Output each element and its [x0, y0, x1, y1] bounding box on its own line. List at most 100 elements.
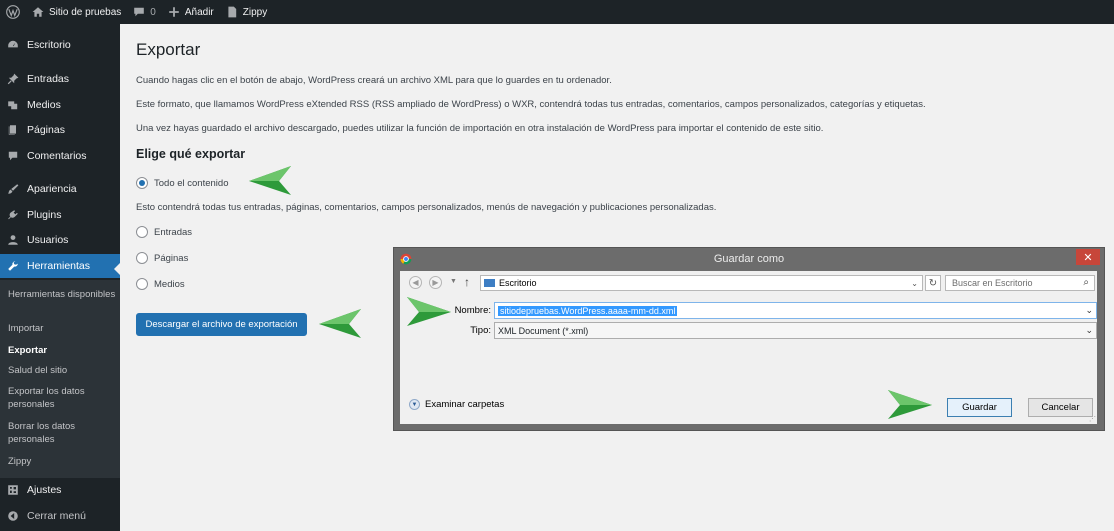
option-media[interactable]: Medios: [136, 278, 185, 290]
search-icon[interactable]: ⌕: [1083, 277, 1089, 288]
home-icon: [32, 7, 44, 17]
cancel-button[interactable]: Cancelar: [1028, 398, 1093, 417]
save-as-dialog: Guardar como ✕ ◀ ▶ ▼ ↑ Escritorio ⌄ ↻ Bu…: [393, 247, 1105, 431]
submenu-salud-del-sitio[interactable]: Salud del sitio: [8, 364, 116, 377]
browse-folders-toggle[interactable]: ▼ Examinar carpetas: [409, 399, 504, 410]
collapse-menu-button[interactable]: Cerrar menú: [0, 504, 120, 528]
search-input[interactable]: Buscar en Escritorio ⌕: [945, 275, 1095, 291]
back-arrow-icon[interactable]: ◀: [409, 276, 422, 289]
sidebar-item-comentarios[interactable]: Comentarios: [0, 144, 120, 168]
sidebar-item-plugins[interactable]: Plugins: [0, 203, 120, 227]
document-icon: [228, 6, 236, 18]
recent-dropdown-icon[interactable]: ▼: [450, 278, 457, 285]
admin-sidebar: Escritorio Entradas Medios Páginas Comen…: [0, 24, 120, 531]
resize-grip-icon[interactable]: ⋰: [1089, 415, 1096, 423]
arrow-pointer-icon: [319, 309, 361, 338]
radio-selected-dot: [139, 180, 145, 186]
sidebar-item-label: Entradas: [27, 73, 70, 85]
sidebar-item-medios[interactable]: Medios: [0, 93, 120, 117]
submenu-exportar[interactable]: Exportar: [8, 344, 116, 357]
section-title: Elige qué exportar: [136, 147, 246, 161]
option-pages[interactable]: Páginas: [136, 252, 188, 264]
new-content-link[interactable]: Añadir: [162, 0, 220, 24]
dialog-title: Guardar como: [713, 253, 785, 265]
sidebar-item-label: Comentarios: [27, 150, 87, 162]
sidebar-item-label: Herramientas: [27, 260, 91, 272]
address-location: Escritorio: [499, 278, 537, 288]
sidebar-item-label: Medios: [27, 99, 61, 111]
intro-paragraph-3: Una vez hayas guardado el archivo descar…: [136, 123, 824, 134]
users-icon: [8, 235, 18, 245]
wordpress-logo-icon[interactable]: [0, 0, 26, 24]
chevron-down-icon[interactable]: ⌄: [1085, 325, 1093, 336]
settings-icon: [8, 485, 18, 495]
sidebar-item-label: Páginas: [27, 124, 65, 136]
admin-bar: Sitio de pruebas 0 Añadir Zippy: [0, 0, 1114, 24]
forward-arrow-icon[interactable]: ▶: [429, 276, 442, 289]
save-button[interactable]: Guardar: [947, 398, 1012, 417]
dialog-titlebar[interactable]: Guardar como ✕: [394, 248, 1104, 270]
media-icon: [8, 101, 18, 110]
sidebar-item-ajustes[interactable]: Ajustes: [0, 478, 120, 502]
submenu-herramientas-disponibles[interactable]: Herramientas disponibles: [8, 288, 116, 301]
sidebar-item-label: Usuarios: [27, 234, 69, 246]
zippy-label: Zippy: [242, 6, 268, 18]
radio-all-content[interactable]: [136, 177, 148, 189]
page-title: Exportar: [136, 40, 201, 59]
sidebar-item-label: Escritorio: [27, 39, 71, 51]
option-pages-label: Páginas: [154, 252, 189, 264]
comments-count: 0: [150, 6, 156, 18]
pin-icon: [7, 73, 19, 85]
filename-input[interactable]: sitiodepruebas.WordPress.aaaa-mm-dd.xml …: [494, 302, 1097, 319]
submenu-zippy[interactable]: Zippy: [8, 455, 116, 468]
radio-pages[interactable]: [136, 252, 148, 264]
comment-bubble-icon: [134, 7, 145, 17]
filetype-value: XML Document (*.xml): [498, 325, 589, 336]
sidebar-item-entradas[interactable]: Entradas: [0, 67, 120, 91]
brush-icon: [8, 184, 19, 194]
sidebar-item-paginas[interactable]: Páginas: [0, 118, 120, 142]
wrench-icon: [8, 261, 18, 271]
filetype-select[interactable]: XML Document (*.xml) ⌄: [494, 322, 1097, 339]
close-icon[interactable]: ✕: [1076, 249, 1100, 265]
plus-icon: [169, 7, 179, 17]
collapse-label: Cerrar menú: [27, 510, 86, 522]
sidebar-item-label: Plugins: [27, 209, 62, 221]
chevron-down-icon[interactable]: ⌄: [911, 279, 918, 288]
refresh-icon[interactable]: ↻: [925, 275, 941, 291]
pages-icon: [8, 125, 16, 135]
option-all-content[interactable]: Todo el contenido: [136, 177, 228, 189]
sidebar-item-escritorio[interactable]: Escritorio: [0, 33, 120, 57]
arrow-pointer-icon: [888, 390, 932, 419]
site-name: Sitio de pruebas: [49, 6, 122, 18]
sidebar-item-apariencia[interactable]: Apariencia: [0, 177, 120, 201]
submenu-importar[interactable]: Importar: [8, 322, 116, 335]
option-all-description: Esto contendrá todas tus entradas, págin…: [136, 202, 717, 213]
dashboard-icon: [8, 40, 18, 48]
comments-link[interactable]: 0: [127, 0, 162, 24]
radio-posts[interactable]: [136, 226, 148, 238]
download-export-button[interactable]: Descargar el archivo de exportación: [136, 313, 307, 336]
browse-folders-label: Examinar carpetas: [425, 399, 505, 410]
sidebar-item-usuarios[interactable]: Usuarios: [0, 228, 120, 252]
arrow-pointer-icon: [407, 297, 451, 326]
plugin-icon: [8, 210, 18, 220]
search-placeholder: Buscar en Escritorio: [952, 278, 1033, 288]
sidebar-item-herramientas[interactable]: Herramientas: [0, 254, 120, 278]
option-media-label: Medios: [154, 278, 185, 290]
option-posts[interactable]: Entradas: [136, 226, 192, 238]
site-name-link[interactable]: Sitio de pruebas: [26, 0, 127, 24]
address-bar[interactable]: Escritorio ⌄: [480, 275, 923, 291]
intro-paragraph-1: Cuando hagas clic en el botón de abajo, …: [136, 75, 612, 86]
submenu-exportar-datos-personales[interactable]: Exportar los datos personales: [8, 385, 116, 411]
radio-media[interactable]: [136, 278, 148, 290]
option-posts-label: Entradas: [154, 226, 193, 238]
sidebar-item-label: Apariencia: [27, 183, 77, 195]
up-arrow-icon[interactable]: ↑: [464, 275, 470, 289]
new-label: Añadir: [184, 6, 214, 18]
chevron-down-icon[interactable]: ⌄: [1085, 305, 1093, 316]
filename-value: sitiodepruebas.WordPress.aaaa-mm-dd.xml: [498, 305, 678, 316]
sidebar-item-label: Ajustes: [27, 484, 62, 496]
zippy-link[interactable]: Zippy: [220, 0, 273, 24]
submenu-borrar-datos-personales[interactable]: Borrar los datos personales: [8, 420, 116, 446]
